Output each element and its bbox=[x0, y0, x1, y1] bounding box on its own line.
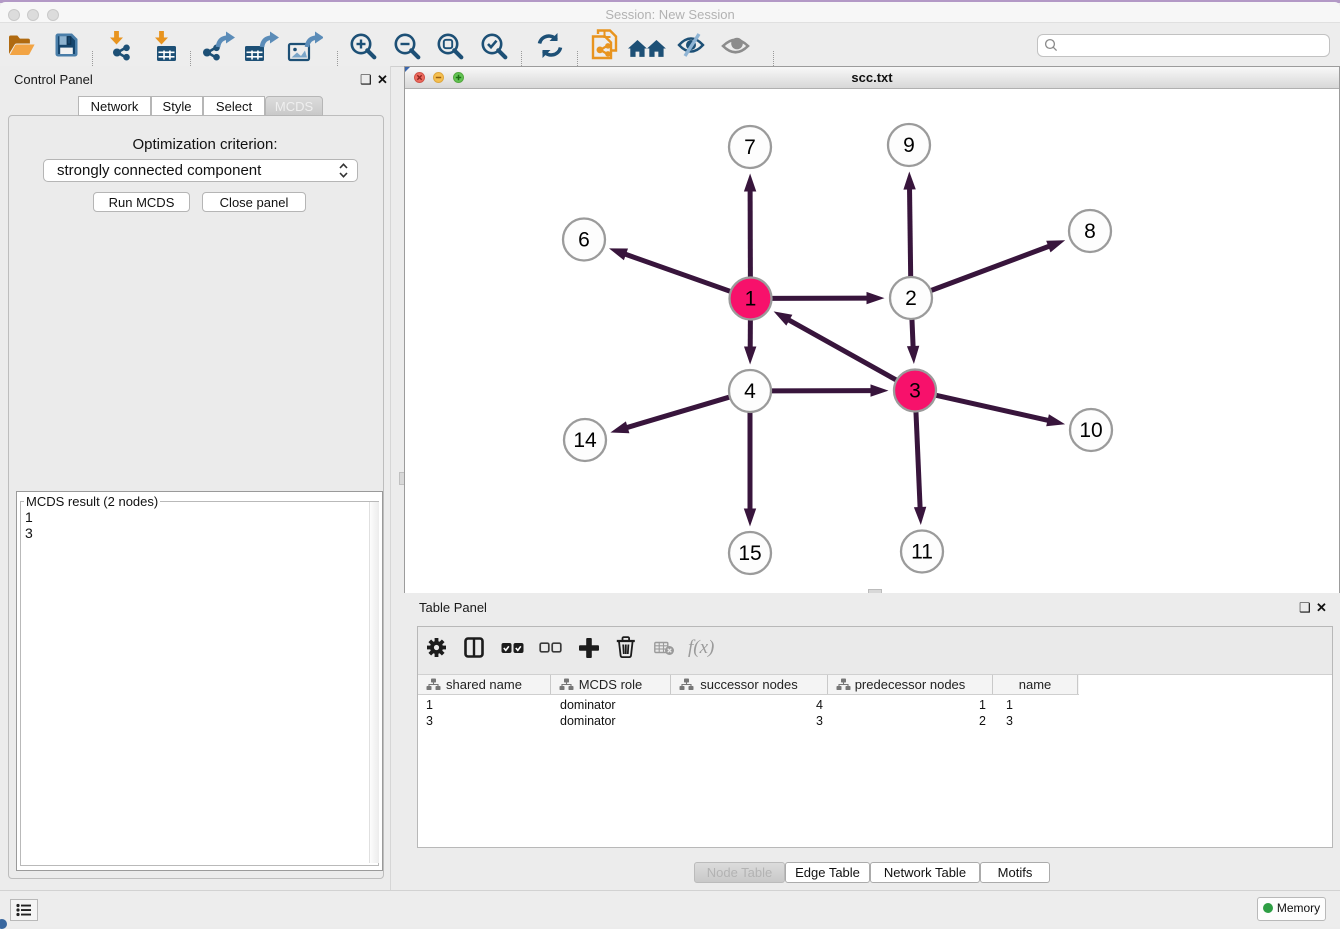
svg-text:6: 6 bbox=[578, 229, 590, 252]
svg-text:7: 7 bbox=[744, 136, 756, 159]
svg-text:f(x): f(x) bbox=[688, 637, 714, 658]
svg-text:3: 3 bbox=[909, 380, 921, 403]
svg-text:14: 14 bbox=[573, 429, 597, 452]
svg-text:8: 8 bbox=[1084, 220, 1096, 243]
svg-text:11: 11 bbox=[911, 541, 933, 564]
svg-text:10: 10 bbox=[1079, 419, 1102, 442]
svg-text:1: 1 bbox=[745, 288, 757, 311]
svg-text:2: 2 bbox=[905, 287, 917, 310]
svg-text:15: 15 bbox=[738, 542, 761, 565]
svg-text:9: 9 bbox=[903, 134, 915, 157]
svg-text:4: 4 bbox=[744, 380, 756, 403]
